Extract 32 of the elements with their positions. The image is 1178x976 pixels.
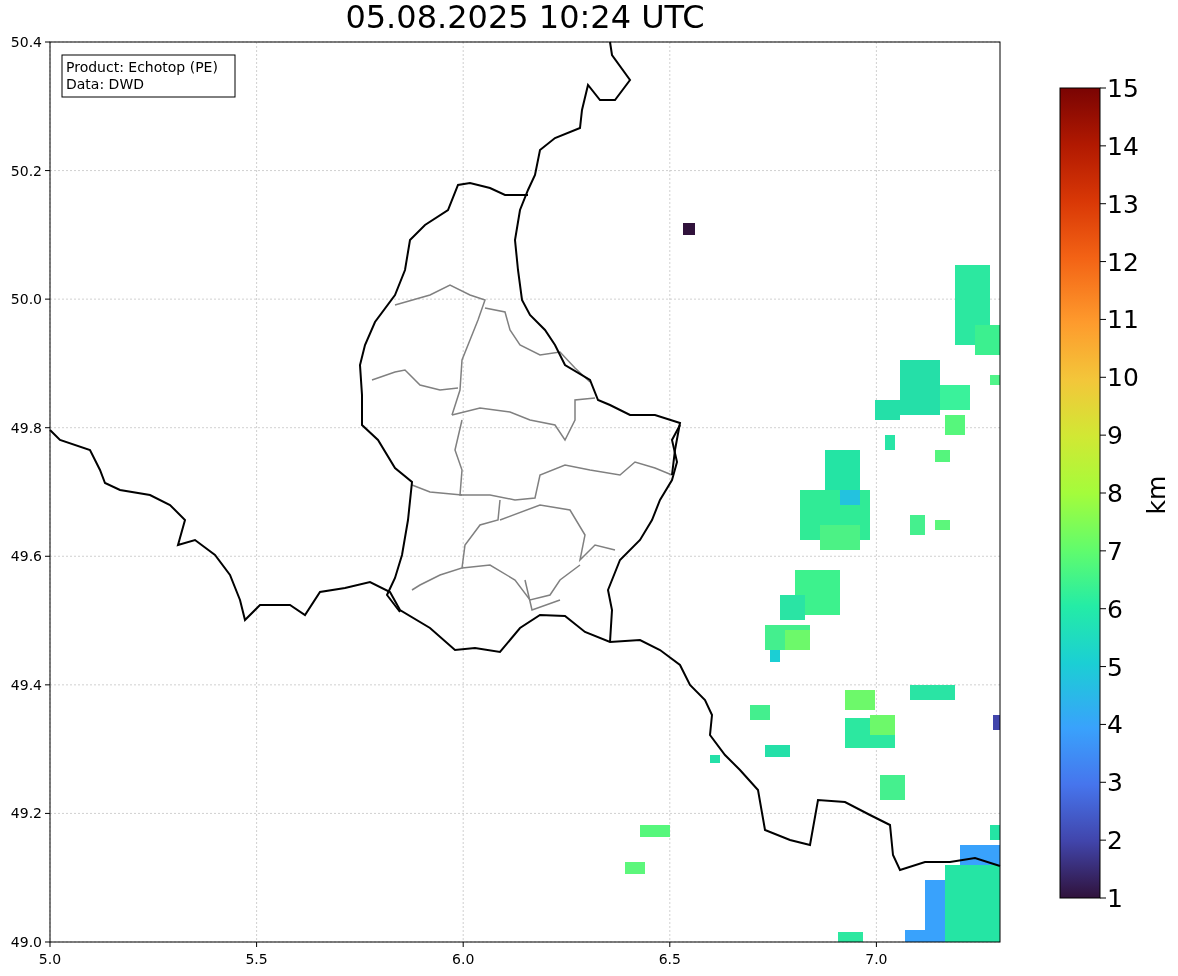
axis-tick-label: 5.0 — [38, 951, 62, 967]
axis-tick-label: 5.5 — [245, 951, 268, 967]
colorbar-tick-label: 1 — [1107, 884, 1123, 913]
chart-title: 05.08.2025 10:24 UTC — [345, 1, 705, 33]
colorbar-tick-label: 11 — [1107, 305, 1139, 335]
axis-tick-label: 49.8 — [10, 419, 42, 436]
axis-tick-label: 49.2 — [10, 805, 42, 822]
colorbar-tick-label: 2 — [1107, 826, 1123, 856]
axis-tick-label: 49.0 — [10, 934, 42, 950]
axis-tick-label: 6.0 — [452, 951, 475, 967]
colorbar-tick-label: 3 — [1107, 768, 1123, 798]
colorbar-tick-label: 13 — [1107, 189, 1139, 219]
colorbar-tick-label: 15 — [1107, 74, 1139, 103]
axis-tick-label: 7.0 — [865, 951, 888, 967]
axis-tick-label: 50.4 — [10, 34, 42, 50]
colorbar-tick-label: 10 — [1107, 363, 1139, 393]
colorbar-tick-label: 8 — [1107, 479, 1123, 508]
colorbar-tick-label: 14 — [1107, 131, 1139, 161]
axis-tick-label: 6.5 — [658, 951, 681, 967]
colorbar-tick-label: 6 — [1107, 594, 1123, 624]
axis-tick-label: 50.0 — [10, 291, 42, 308]
colorbar-tick-label: 5 — [1107, 652, 1123, 682]
colorbar-label: km — [1142, 475, 1171, 515]
axis-tick-label: 49.6 — [10, 548, 42, 565]
colorbar-tick-label: 9 — [1107, 421, 1123, 451]
legend-text: Data: DWD — [66, 76, 144, 92]
colorbar-tick-label: 4 — [1107, 710, 1123, 740]
colorbar-tick-label: 12 — [1107, 247, 1139, 277]
legend-text: Product: Echotop (PE) — [66, 59, 218, 75]
axis-tick-label: 49.4 — [10, 676, 42, 693]
colorbar-tick-label: 7 — [1107, 536, 1123, 566]
axis-tick-label: 50.2 — [10, 162, 42, 179]
